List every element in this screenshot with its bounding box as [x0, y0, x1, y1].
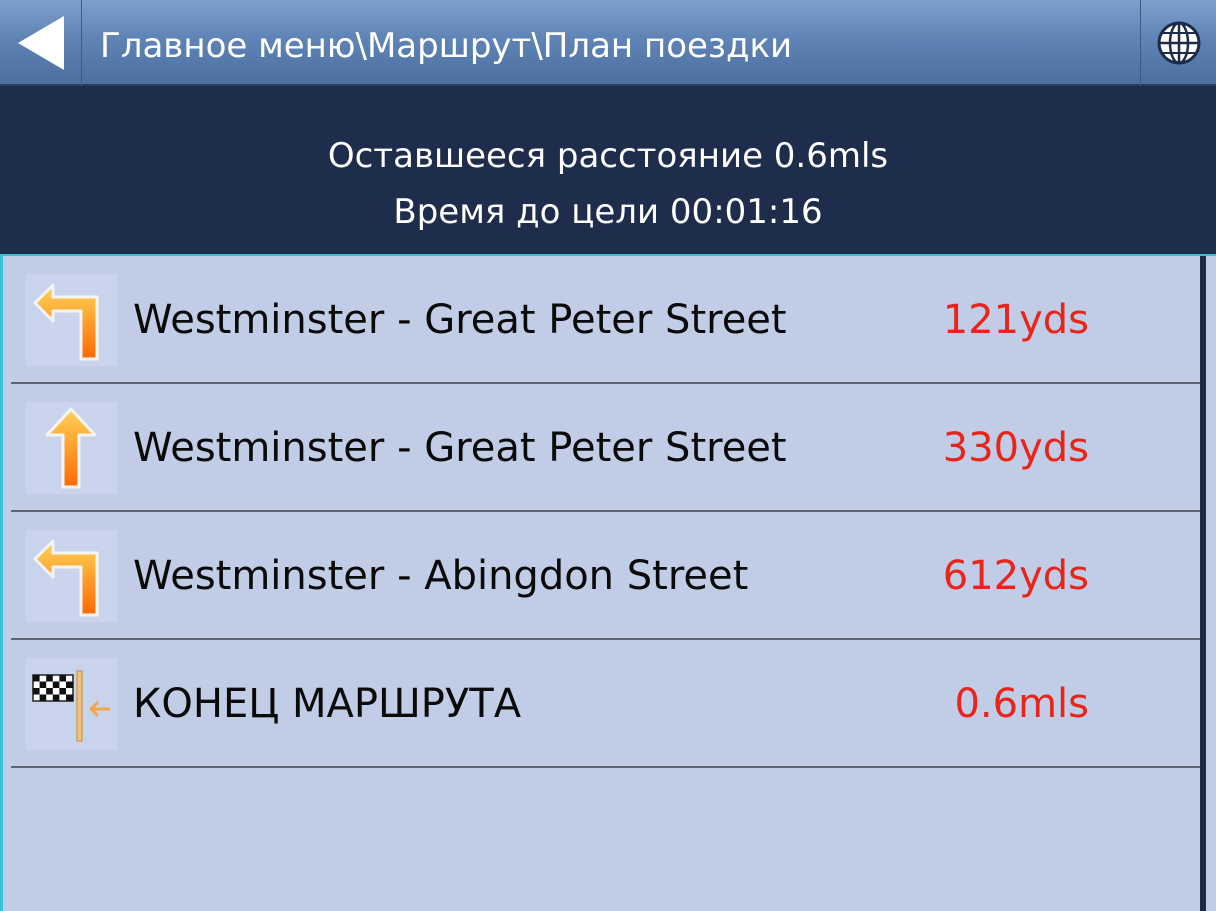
step-distance: 330yds — [942, 425, 1089, 471]
remaining-distance: Оставшееся расстояние 0.6mls — [327, 136, 889, 176]
back-button[interactable] — [0, 0, 82, 86]
globe-icon — [1157, 21, 1200, 65]
route-step[interactable]: Westminster - Great Peter Street 330yds — [11, 384, 1201, 512]
street-name: Westminster - Abingdon Street — [133, 553, 749, 599]
straight-arrow-icon — [25, 402, 117, 494]
route-step[interactable]: КОНЕЦ МАРШРУТА 0.6mls — [11, 640, 1201, 768]
street-name: КОНЕЦ МАРШРУТА — [133, 681, 522, 727]
step-distance: 0.6mls — [954, 681, 1089, 727]
street-name: Westminster - Great Peter Street — [133, 297, 787, 343]
turn-left-icon — [25, 530, 117, 622]
route-summary: Оставшееся расстояние 0.6mls Время до це… — [0, 86, 1216, 256]
time-to-target: Время до цели 00:01:16 — [393, 192, 823, 232]
route-step[interactable]: Westminster - Great Peter Street 121yds — [11, 256, 1201, 384]
back-arrow-icon — [17, 16, 64, 70]
step-distance: 121yds — [942, 297, 1089, 343]
finish-flag-icon — [25, 658, 117, 750]
step-distance: 612yds — [942, 553, 1089, 599]
page-title: Главное меню\Маршрут\План поездки — [100, 26, 793, 66]
title-bar: Главное меню\Маршрут\План поездки — [0, 0, 1216, 86]
scrollbar[interactable] — [1200, 256, 1206, 911]
globe-button[interactable] — [1140, 0, 1216, 86]
route-step[interactable]: Westminster - Abingdon Street 612yds — [11, 512, 1201, 640]
street-name: Westminster - Great Peter Street — [133, 425, 787, 471]
turn-left-icon — [25, 274, 117, 366]
route-plan-list: Westminster - Great Peter Street 121yds … — [0, 256, 1216, 911]
